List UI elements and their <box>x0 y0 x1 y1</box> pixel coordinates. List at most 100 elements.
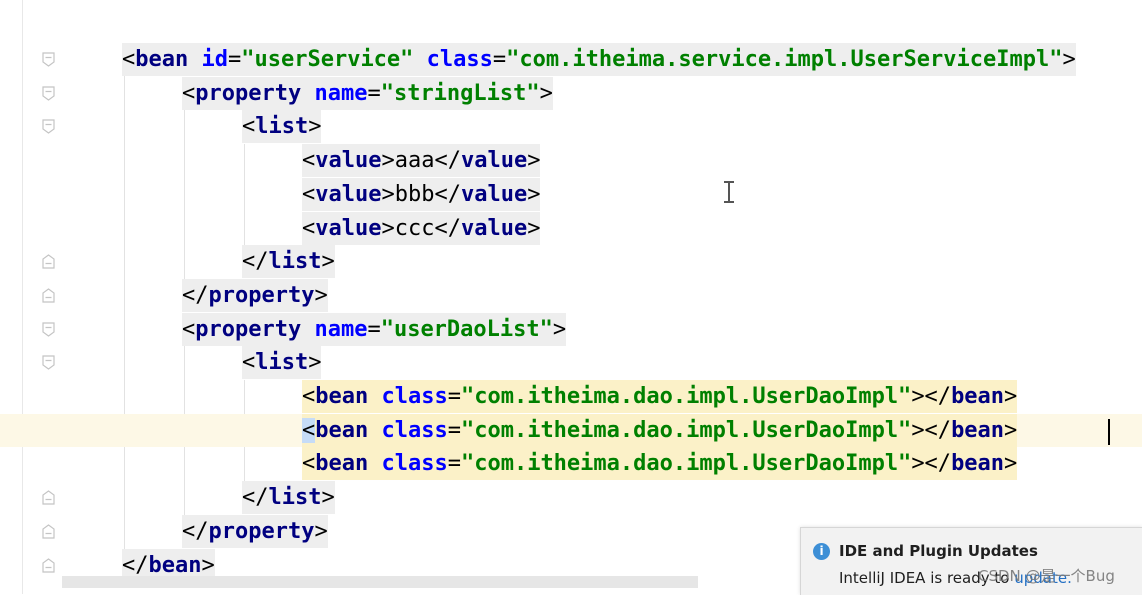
fold-marker-icon[interactable] <box>42 321 55 337</box>
token-angle: ></ <box>911 384 952 409</box>
token-angle: < <box>302 215 316 241</box>
fold-marker-icon[interactable] <box>42 557 55 573</box>
code-editor[interactable]: <bean id="userService" class="com.itheim… <box>0 0 1142 594</box>
token-val: "com.itheima.dao.impl.UserDaoImpl" <box>460 451 912 477</box>
token-tag: bean <box>315 417 369 443</box>
token-angle: = <box>447 384 461 409</box>
token-tag: value <box>460 215 528 241</box>
token-tag: value <box>460 181 528 207</box>
token-angle: < <box>242 350 256 376</box>
token-angle: > <box>1004 417 1018 443</box>
token-attr: id <box>201 47 228 72</box>
token-angle: ></ <box>911 451 952 477</box>
token-tag: list <box>255 350 309 376</box>
code-line[interactable]: <value>bbb</value> <box>0 177 1142 211</box>
fold-marker-icon[interactable] <box>42 355 55 371</box>
fold-marker-icon[interactable] <box>42 524 55 539</box>
token-angle: < <box>242 114 256 140</box>
code-line[interactable]: <bean class="com.itheima.dao.impl.UserDa… <box>0 413 1142 447</box>
token-tag: value <box>315 181 382 207</box>
fold-marker-icon[interactable] <box>42 119 55 135</box>
code-text: </list> <box>242 245 335 279</box>
token-tag: list <box>268 485 322 511</box>
code-text: <value>bbb</value> <box>302 177 541 211</box>
code-line[interactable]: </list> <box>0 481 1142 515</box>
token-attr: name <box>314 316 368 342</box>
token-angle: > <box>527 148 541 174</box>
token-attr: class <box>381 384 448 409</box>
code-line[interactable]: <list> <box>0 346 1142 380</box>
token-angle: ></ <box>911 417 952 443</box>
code-line[interactable]: <bean class="com.itheima.dao.impl.UserDa… <box>0 380 1142 413</box>
code-text: </list> <box>242 481 335 515</box>
code-text: <bean class="com.itheima.dao.impl.UserDa… <box>302 447 1018 481</box>
fold-marker-icon[interactable] <box>42 86 55 101</box>
token-angle: > <box>314 518 328 544</box>
fold-marker-icon[interactable] <box>42 52 55 67</box>
token-txt: ccc <box>394 215 435 241</box>
horizontal-scrollbar[interactable] <box>62 576 698 588</box>
token-tag: value <box>315 215 382 241</box>
info-icon: i <box>813 543 830 560</box>
token-tag: bean <box>315 451 369 477</box>
text-caret <box>1108 419 1110 445</box>
token-angle: = <box>447 417 461 443</box>
code-line[interactable]: <bean id="userService" class="com.itheim… <box>0 43 1142 76</box>
token-angle: = <box>492 47 507 72</box>
token-attr: name <box>314 80 368 106</box>
token-tag: value <box>315 148 382 174</box>
code-text: <value>aaa</value> <box>302 144 541 178</box>
code-line[interactable]: </property> <box>0 278 1142 312</box>
code-text: <property name="stringList"> <box>182 76 553 110</box>
code-line[interactable]: <value>ccc</value> <box>0 211 1142 245</box>
token-tag: property <box>208 282 315 308</box>
token-tag: bean <box>951 384 1005 409</box>
token-tag: property <box>195 80 302 106</box>
code-text: </property> <box>182 278 328 312</box>
token-angle: </ <box>122 552 149 578</box>
token-val: "com.itheima.service.impl.UserServiceImp… <box>506 47 1063 72</box>
token-angle: </ <box>182 282 209 308</box>
code-line[interactable]: </list> <box>0 245 1142 279</box>
token-val: "userService" <box>241 47 414 72</box>
token-angle: < <box>122 47 136 72</box>
token-angle: </ <box>434 181 461 207</box>
token-angle: = <box>367 80 381 106</box>
token-tag: bean <box>951 417 1005 443</box>
code-line[interactable]: <bean class="com.itheima.dao.impl.UserDa… <box>0 447 1142 481</box>
code-line[interactable]: <property name="userDaoList"> <box>0 312 1142 346</box>
token-angle: </ <box>434 148 461 174</box>
token-txt: aaa <box>394 148 435 174</box>
token-angle: = <box>447 451 461 477</box>
code-line[interactable]: <list> <box>0 110 1142 144</box>
token-angle: > <box>321 249 335 275</box>
token-angle: = <box>227 47 242 72</box>
code-text: <bean class="com.itheima.dao.impl.UserDa… <box>302 380 1018 413</box>
token-angle: > <box>381 148 395 174</box>
code-text: <bean id="userService" class="com.itheim… <box>122 43 1076 76</box>
token-angle: > <box>381 181 395 207</box>
code-line[interactable]: <property name="stringList"> <box>0 76 1142 110</box>
token-tag: bean <box>951 451 1005 477</box>
token-angle: > <box>527 215 541 241</box>
code-line[interactable]: <value>aaa</value> <box>0 144 1142 178</box>
token-angle: </ <box>182 518 209 544</box>
token-angle: </ <box>242 485 269 511</box>
code-text: <list> <box>242 110 322 144</box>
token-val: "com.itheima.dao.impl.UserDaoImpl" <box>460 417 912 443</box>
token-angle: = <box>367 316 381 342</box>
token-angle: < <box>182 316 196 342</box>
token-angle: </ <box>242 249 269 275</box>
fold-marker-icon[interactable] <box>42 490 55 505</box>
token-tag: list <box>255 114 309 140</box>
code-text: <bean class="com.itheima.dao.impl.UserDa… <box>302 413 1018 447</box>
code-text: <list> <box>242 346 322 380</box>
code-text: <value>ccc</value> <box>302 211 541 245</box>
fold-marker-icon[interactable] <box>42 288 55 303</box>
fold-marker-icon[interactable] <box>42 254 55 269</box>
token-val: "userDaoList" <box>380 316 553 342</box>
token-angle: </ <box>434 215 461 241</box>
